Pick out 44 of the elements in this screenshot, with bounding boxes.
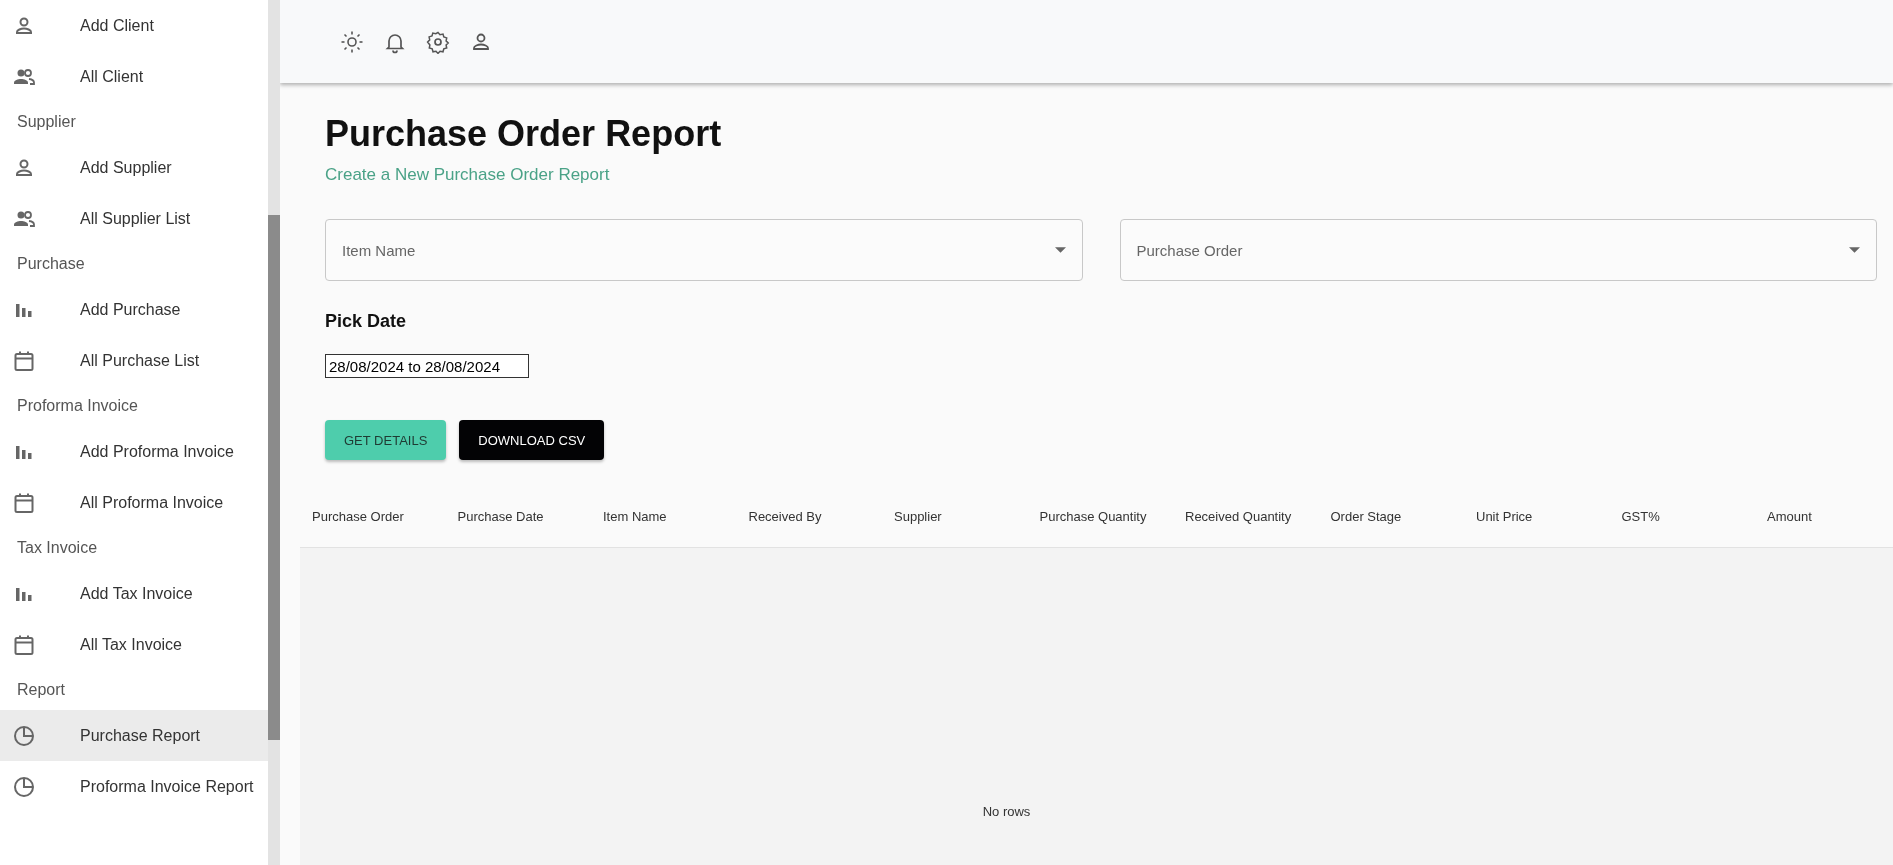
sidebar-item[interactable]: Proforma Invoice Report <box>0 761 268 812</box>
page-subtitle: Create a New Purchase Order Report <box>325 165 610 185</box>
column-header[interactable]: Amount <box>1755 508 1893 524</box>
column-header[interactable]: GST% <box>1609 508 1755 524</box>
column-header[interactable]: Item Name <box>591 508 737 524</box>
sidebar-item[interactable]: Add Proforma Invoice <box>0 426 268 477</box>
date-range-input[interactable]: 28/08/2024 to 28/08/2024 <box>325 354 529 378</box>
column-header[interactable]: Purchase Order <box>300 508 446 524</box>
column-header[interactable]: Purchase Quantity <box>1027 508 1173 524</box>
column-header[interactable]: Order Stage <box>1318 508 1464 524</box>
sidebar-item[interactable]: Purchase Report <box>0 710 268 761</box>
select-field[interactable]: Purchase Order <box>1119 219 1877 281</box>
section-heading: Purchase <box>16 254 86 274</box>
caret-icon <box>1054 247 1066 253</box>
select-field[interactable]: Item Name <box>325 219 1083 281</box>
sidebar-item[interactable]: All Purchase List <box>0 335 268 386</box>
column-header[interactable]: Purchase Date <box>445 508 591 524</box>
sidebar-item[interactable]: All Tax Invoice <box>0 619 268 670</box>
date-label: Pick Date <box>325 311 407 332</box>
caret-icon <box>1849 247 1860 253</box>
pie-chart-icon <box>12 723 36 748</box>
pie-chart-icon <box>12 774 36 799</box>
section-heading: Report <box>16 680 67 700</box>
page-title: Purchase Order Report <box>325 113 722 155</box>
section-heading: Supplier <box>16 112 77 132</box>
column-header[interactable]: Received By <box>736 508 882 524</box>
get-details-button[interactable]: GET DETAILS <box>325 420 447 460</box>
settings-icon[interactable] <box>426 29 450 54</box>
sidebar-item[interactable]: Add Tax Invoice <box>0 568 268 619</box>
column-header[interactable]: Supplier <box>882 508 1028 524</box>
sidebar-item[interactable]: Add Purchase <box>0 284 268 335</box>
column-header[interactable]: Received Quantity <box>1173 508 1319 524</box>
sidebar-item[interactable]: All Client <box>0 51 268 102</box>
sidebar-item[interactable]: Add Supplier <box>0 142 268 193</box>
sun-icon[interactable] <box>340 29 364 54</box>
empty-message: No rows <box>982 804 1031 819</box>
scrollbar[interactable] <box>268 0 280 865</box>
download-csv-button[interactable]: DOWNLOAD CSV <box>459 420 605 460</box>
section-heading: Proforma Invoice <box>16 396 139 416</box>
section-heading: Tax Invoice <box>16 538 99 558</box>
sidebar-item[interactable]: All Proforma Invoice <box>0 477 268 528</box>
sidebar-item[interactable]: Add Client <box>0 0 268 51</box>
column-header[interactable]: Unit Price <box>1464 508 1610 524</box>
sidebar-item[interactable]: All Supplier List <box>0 193 268 244</box>
